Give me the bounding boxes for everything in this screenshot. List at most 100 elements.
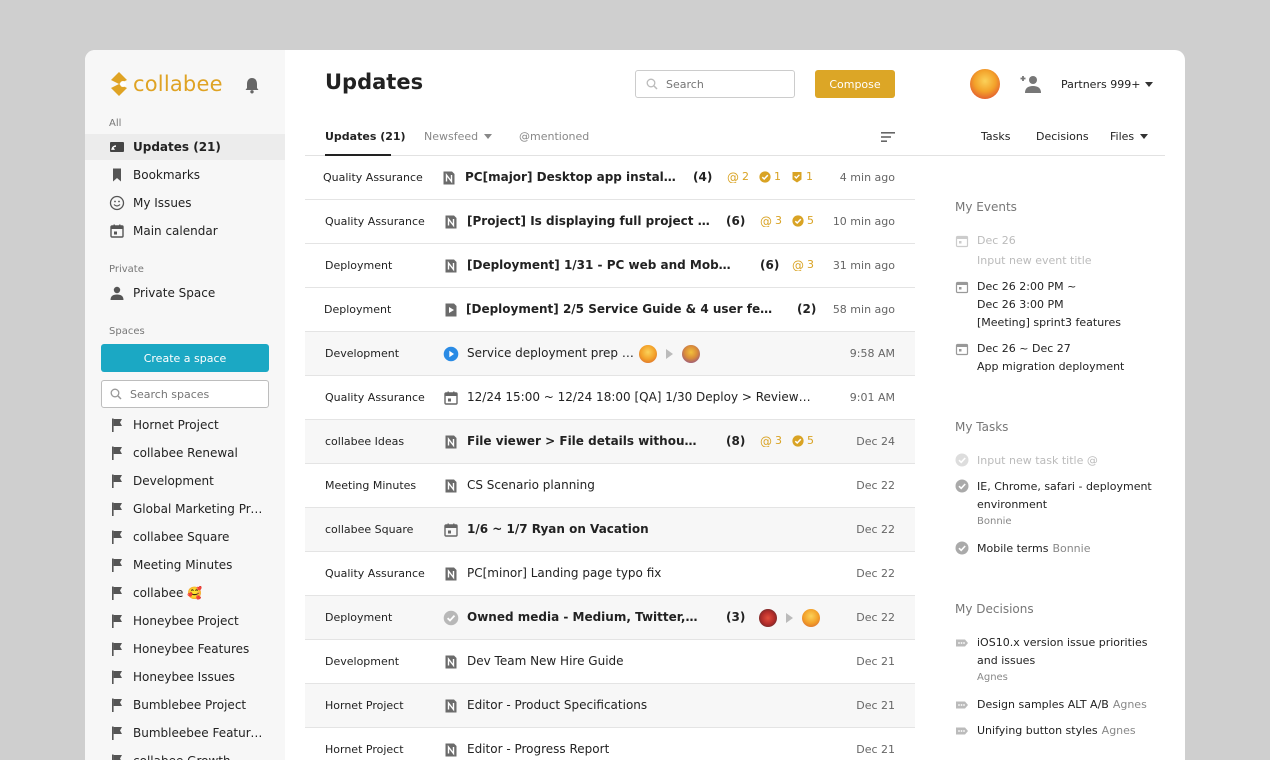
sidebar-space-item[interactable]: Honeybee Issues xyxy=(85,664,285,690)
row-space-name[interactable]: Meeting Minutes xyxy=(325,479,416,492)
sidebar-item-private-space[interactable]: Private Space xyxy=(85,280,285,306)
decision-item[interactable]: Design samples ALT A/B Agnes xyxy=(977,696,1147,714)
check-circle-icon[interactable] xyxy=(955,541,969,555)
event-icon xyxy=(444,391,458,405)
avatar[interactable] xyxy=(802,609,820,627)
new-event-input[interactable]: Input new event title xyxy=(977,252,1092,270)
section-label-all: All xyxy=(109,118,122,129)
comment-count: (3) xyxy=(726,610,746,624)
feed-row[interactable]: Quality Assurance PC[minor] Landing page … xyxy=(305,552,915,596)
row-title[interactable]: File viewer > File details without previ… xyxy=(467,434,701,448)
compose-button[interactable]: Compose xyxy=(815,70,895,98)
mention-count: 3 xyxy=(775,434,782,447)
add-user-icon[interactable] xyxy=(1017,74,1043,94)
sidebar-space-item[interactable]: Honeybee Features xyxy=(85,636,285,662)
sidebar-item-my-issues[interactable]: My Issues xyxy=(85,190,285,216)
partners-dropdown[interactable]: Partners 999+ xyxy=(1061,78,1154,91)
avatar[interactable] xyxy=(759,609,777,627)
sidebar-space-item[interactable]: Bumbleebee Features xyxy=(85,720,285,746)
row-title[interactable]: Editor - Product Specifications xyxy=(467,698,647,712)
row-space-name[interactable]: Development xyxy=(325,347,399,360)
decision-item[interactable]: Unifying button styles Agnes xyxy=(977,722,1136,740)
feed-row[interactable]: Development Dev Team New Hire Guide Dec 21 xyxy=(305,640,915,684)
row-timestamp: Dec 22 xyxy=(856,611,895,624)
feed-row[interactable]: Deployment Owned media - Medium, Twitter,… xyxy=(305,596,915,640)
row-title[interactable]: Owned media - Medium, Twitter, Facebook xyxy=(467,610,699,624)
sidebar-item-label: Bookmarks xyxy=(133,168,201,182)
sidebar-space-item[interactable]: collabee Square xyxy=(85,524,285,550)
sidebar-space-item[interactable]: Bumblebee Project xyxy=(85,692,285,718)
feed-row[interactable]: Meeting Minutes CS Scenario planning Dec 2… xyxy=(305,464,915,508)
decision-title: Unifying button styles xyxy=(977,724,1098,737)
feed-row[interactable]: Quality Assurance PC[major] Desktop app i… xyxy=(305,156,915,200)
tab-updates[interactable]: Updates (21) xyxy=(325,130,406,143)
feed-row[interactable]: Deployment [Deployment] 2/5 Service Guide… xyxy=(305,288,915,332)
create-space-button[interactable]: Create a space xyxy=(101,344,269,372)
check-circle-icon[interactable] xyxy=(955,479,969,493)
collabee-logo[interactable]: collabee xyxy=(109,70,223,98)
tab-tasks[interactable]: Tasks xyxy=(981,130,1010,143)
row-title[interactable]: 1/6 ~ 1/7 Ryan on Vacation xyxy=(467,522,649,536)
space-search-input[interactable] xyxy=(130,387,250,401)
avatar[interactable] xyxy=(682,345,700,363)
search-input[interactable] xyxy=(666,77,776,91)
notification-bell-icon[interactable] xyxy=(243,76,261,94)
sidebar-item-bookmarks[interactable]: Bookmarks xyxy=(85,162,285,188)
feed-row[interactable]: Hornet Project Editor - Product Specifica… xyxy=(305,684,915,728)
feed-row[interactable]: Hornet Project Editor - Progress Report De… xyxy=(305,728,915,760)
mention-count: 3 xyxy=(775,214,782,227)
sidebar-space-item[interactable]: collabee Growth xyxy=(85,748,285,760)
feed-row[interactable]: Deployment [Deployment] 1/31 - PC web and… xyxy=(305,244,915,288)
tab-files[interactable]: Files xyxy=(1110,130,1149,143)
row-space-name[interactable]: collabee Square xyxy=(325,523,413,536)
row-space-name[interactable]: Deployment xyxy=(324,303,391,316)
row-title[interactable]: [Project] Is displaying full project det… xyxy=(467,214,712,228)
row-title[interactable]: Service deployment prep list xyxy=(467,346,637,360)
tab-decisions[interactable]: Decisions xyxy=(1036,130,1089,143)
sidebar-space-item[interactable]: collabee 🥰 xyxy=(85,580,285,606)
row-title[interactable]: [Deployment] 1/31 - PC web and Mobile ap… xyxy=(467,258,732,272)
chevron-down-icon xyxy=(1140,134,1149,139)
row-title[interactable]: CS Scenario planning xyxy=(467,478,595,492)
row-title[interactable]: PC[minor] Landing page typo fix xyxy=(467,566,661,580)
sidebar-space-item[interactable]: Hornet Project xyxy=(85,412,285,438)
tab-mentioned[interactable]: @mentioned xyxy=(519,130,589,143)
sidebar-space-item[interactable]: Development xyxy=(85,468,285,494)
sidebar-space-item[interactable]: Global Marketing Project xyxy=(85,496,285,522)
row-title[interactable]: Editor - Progress Report xyxy=(467,742,609,756)
row-space-name[interactable]: Deployment xyxy=(325,259,392,272)
new-task-input[interactable]: Input new task title @ xyxy=(977,452,1098,470)
top-search[interactable] xyxy=(635,70,795,98)
sidebar-item-updates[interactable]: Updates (21) xyxy=(85,134,285,160)
row-space-name[interactable]: Quality Assurance xyxy=(325,215,425,228)
sidebar-space-item[interactable]: collabee Renewal xyxy=(85,440,285,466)
row-space-name[interactable]: collabee Ideas xyxy=(325,435,404,448)
row-space-name[interactable]: Deployment xyxy=(325,611,392,624)
row-space-name[interactable]: Quality Assurance xyxy=(325,391,425,404)
decision-badge-icon xyxy=(792,171,802,182)
sidebar-space-item[interactable]: Meeting Minutes xyxy=(85,552,285,578)
sort-icon[interactable] xyxy=(880,130,896,144)
feed-row[interactable]: Quality Assurance 12/24 15:00 ~ 12/24 18:… xyxy=(305,376,915,420)
row-space-name[interactable]: Quality Assurance xyxy=(325,567,425,580)
user-avatar[interactable] xyxy=(970,69,1000,99)
feed-row[interactable]: collabee Ideas File viewer > File details… xyxy=(305,420,915,464)
row-title[interactable]: [Deployment] 2/5 Service Guide & 4 user … xyxy=(466,302,776,316)
row-timestamp: Dec 22 xyxy=(856,479,895,492)
feed-row[interactable]: Quality Assurance [Project] Is displaying… xyxy=(305,200,915,244)
task-item[interactable]: Mobile terms Bonnie xyxy=(977,540,1090,558)
row-space-name[interactable]: Quality Assurance xyxy=(323,171,423,184)
feed-row[interactable]: collabee Square 1/6 ~ 1/7 Ryan on Vacatio… xyxy=(305,508,915,552)
row-title[interactable]: PC[major] Desktop app install issues xyxy=(465,170,677,184)
row-space-name[interactable]: Hornet Project xyxy=(325,743,404,756)
row-title[interactable]: Dev Team New Hire Guide xyxy=(467,654,624,668)
sidebar-item-main-calendar[interactable]: Main calendar xyxy=(85,218,285,244)
row-space-name[interactable]: Hornet Project xyxy=(325,699,404,712)
space-search[interactable] xyxy=(101,380,269,408)
feed-row[interactable]: Development Service deployment prep list 9… xyxy=(305,332,915,376)
row-title[interactable]: 12/24 15:00 ~ 12/24 18:00 [QA] 1/30 Depl… xyxy=(467,390,813,404)
row-space-name[interactable]: Development xyxy=(325,655,399,668)
tab-newsfeed[interactable]: Newsfeed xyxy=(424,130,493,143)
sidebar-space-item[interactable]: Honeybee Project xyxy=(85,608,285,634)
avatar[interactable] xyxy=(639,345,657,363)
